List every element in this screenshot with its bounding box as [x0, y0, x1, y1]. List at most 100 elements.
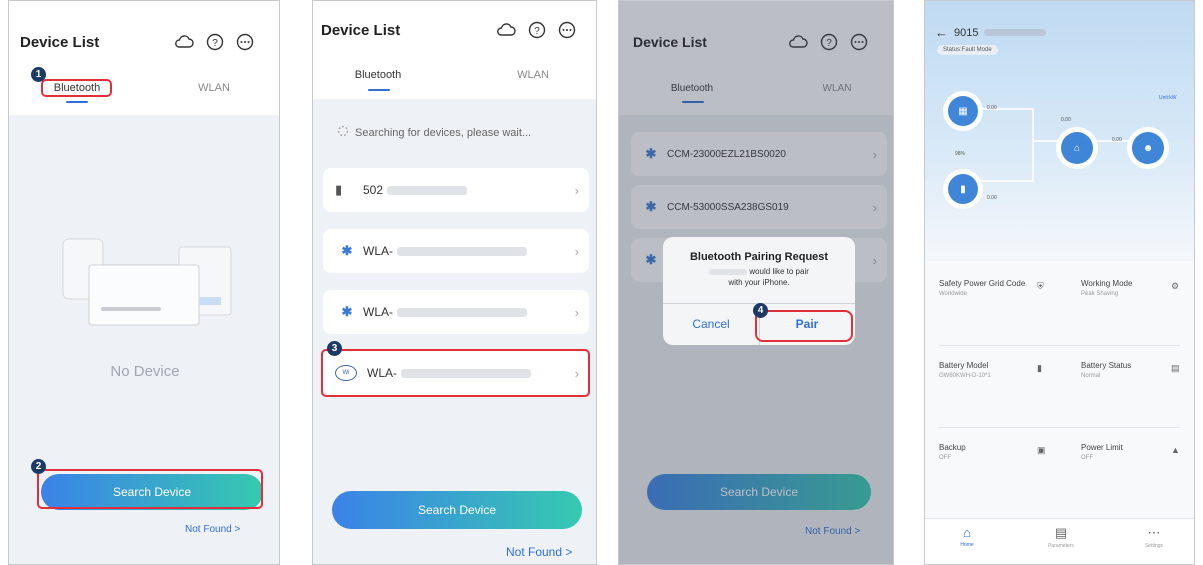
mode-icon: ⚙: [1171, 281, 1180, 291]
nav-home[interactable]: ⌂ Home: [937, 525, 997, 548]
card-value: Peak Shaving: [1081, 291, 1119, 297]
cancel-button[interactable]: Cancel: [663, 317, 759, 331]
nav-label: Home: [960, 542, 974, 548]
page-title: Device List: [321, 22, 401, 39]
tab-wlan[interactable]: WLAN: [503, 69, 563, 81]
nav-label: Parameters: [1048, 543, 1074, 549]
card-value: OFF: [939, 455, 951, 461]
redacted-text: [397, 307, 527, 317]
more-icon[interactable]: [236, 33, 254, 51]
battery-soc: 98%: [955, 151, 966, 157]
header-icons: ?: [174, 33, 254, 51]
header-icons: ?: [496, 21, 576, 39]
more-icon[interactable]: [558, 21, 576, 39]
phone-screen-2: Device List ? Bluetooth WLAN Searching f…: [312, 0, 597, 565]
dialog-message-line2: with your iPhone.: [728, 278, 790, 287]
card-label: Battery Model: [939, 361, 989, 370]
tab-bluetooth[interactable]: Bluetooth: [343, 69, 413, 81]
chevron-right-icon: ›: [574, 304, 579, 320]
info-card-power-limit[interactable]: Power Limit OFF: [1081, 443, 1171, 461]
info-card-grid-code[interactable]: Safety Power Grid Code Worldwide: [939, 279, 1029, 297]
highlight-box-device: [321, 349, 590, 397]
bluetooth-icon: ✱: [341, 304, 353, 319]
cloud-icon[interactable]: [496, 22, 516, 38]
battery-icon: ▮: [948, 174, 978, 204]
device-name: WLA-: [363, 244, 393, 258]
tab-wlan[interactable]: WLAN: [184, 82, 244, 94]
empty-state-text: No Device: [110, 363, 180, 380]
help-icon[interactable]: ?: [528, 21, 546, 39]
card-label: Battery Status: [1081, 361, 1132, 370]
searching-status: Searching for devices, please wait...: [337, 125, 531, 140]
not-found-link[interactable]: Not Found >: [185, 524, 240, 535]
battery-small-icon: ▮: [1037, 363, 1042, 373]
device-name: WLA-: [363, 305, 393, 319]
card-value: OFF: [1081, 455, 1093, 461]
load-node: ☻: [1127, 127, 1169, 169]
redacted-text: [397, 246, 527, 256]
pv-node: ▦: [943, 91, 983, 131]
card-label: Backup: [939, 443, 966, 452]
page-title: Device List: [20, 34, 100, 51]
dialog-message: would like to pair: [749, 267, 809, 276]
card-value: GW80KWH-D-10*1: [939, 373, 991, 379]
bottom-nav: ⌂ Home ▤ Parameters ⋯ Settings: [925, 518, 1194, 564]
svg-text:?: ?: [212, 38, 218, 49]
chevron-right-icon: ›: [574, 243, 579, 259]
home-nav-icon: ⌂: [963, 525, 971, 540]
redacted-text: [387, 185, 468, 195]
status-icon: ▤: [1171, 363, 1180, 373]
nav-settings[interactable]: ⋯ Settings: [1124, 525, 1184, 549]
settings-icon: ⋯: [1147, 525, 1161, 540]
highlight-box-bluetooth: [41, 79, 112, 97]
empty-illustration: [59, 229, 239, 334]
redacted-text: [709, 268, 748, 275]
searching-text: Searching for devices, please wait...: [355, 126, 532, 139]
step-marker: 1: [31, 67, 46, 82]
card-label: Safety Power Grid Code: [939, 279, 1026, 288]
pv-value: 0.00: [987, 105, 997, 111]
help-icon[interactable]: ?: [206, 33, 224, 51]
step-marker: 2: [31, 459, 46, 474]
not-found-link[interactable]: Not Found >: [506, 545, 572, 559]
battery-node: ▮: [943, 169, 983, 209]
device-row[interactable]: ✱ WLA- ›: [323, 229, 589, 273]
power-limit-icon: ▲: [1171, 445, 1180, 455]
card-value: Worldwide: [939, 291, 967, 297]
tab-underline: [368, 89, 390, 91]
backup-icon: ▣: [1037, 445, 1046, 455]
device-row[interactable]: ✱ WLA- ›: [323, 290, 589, 334]
card-label: Power Limit: [1081, 443, 1123, 452]
cloud-icon[interactable]: [174, 34, 194, 50]
step-marker: 4: [753, 303, 768, 318]
highlight-box-search: [37, 469, 263, 509]
chevron-right-icon: ›: [574, 182, 579, 198]
shield-icon: ⛨: [1037, 281, 1044, 291]
load-value: 0.00: [1112, 137, 1122, 143]
dialog-message-line1: would like to pair: [663, 267, 855, 276]
svg-text:?: ?: [534, 26, 540, 37]
divider: [939, 345, 1180, 346]
info-card-battery-status[interactable]: Battery Status Normal: [1081, 361, 1171, 379]
battery-value: 0.00: [987, 195, 997, 201]
nav-parameters[interactable]: ▤ Parameters: [1031, 525, 1091, 549]
header: Device List ? Bluetooth WLAN 1: [9, 1, 279, 115]
info-card-battery-model[interactable]: Battery Model GW80KWH-D-10*1: [939, 361, 1029, 379]
phone-screen-1: Device List ? Bluetooth WLAN 1 No Device…: [8, 0, 280, 565]
device-row[interactable]: ▮ 502 ›: [323, 168, 589, 212]
grid-value: 0.00: [1061, 117, 1071, 123]
home-node: ⌂: [1056, 127, 1098, 169]
phone-screen-3: Device List ? Bluetooth WLAN ✱ CCM-23000…: [618, 0, 894, 565]
tab-underline: [66, 101, 88, 103]
dialog-title: Bluetooth Pairing Request: [689, 251, 829, 263]
info-grid: Safety Power Grid Code Worldwide ⛨ Worki…: [925, 261, 1194, 519]
search-device-button[interactable]: Search Device: [332, 491, 582, 529]
divider: [939, 427, 1180, 428]
spinner-icon: [337, 125, 349, 140]
device-icon: ▮: [335, 182, 343, 197]
phone-screen-4: ← 9015 Status:Fault Mode Unit:kW ▦ 0.00 …: [924, 0, 1195, 565]
info-card-backup[interactable]: Backup OFF: [939, 443, 1029, 461]
card-label: Working Mode: [1081, 279, 1133, 288]
info-card-working-mode[interactable]: Working Mode Peak Shaving: [1081, 279, 1171, 297]
solar-panel-icon: ▦: [948, 96, 978, 126]
